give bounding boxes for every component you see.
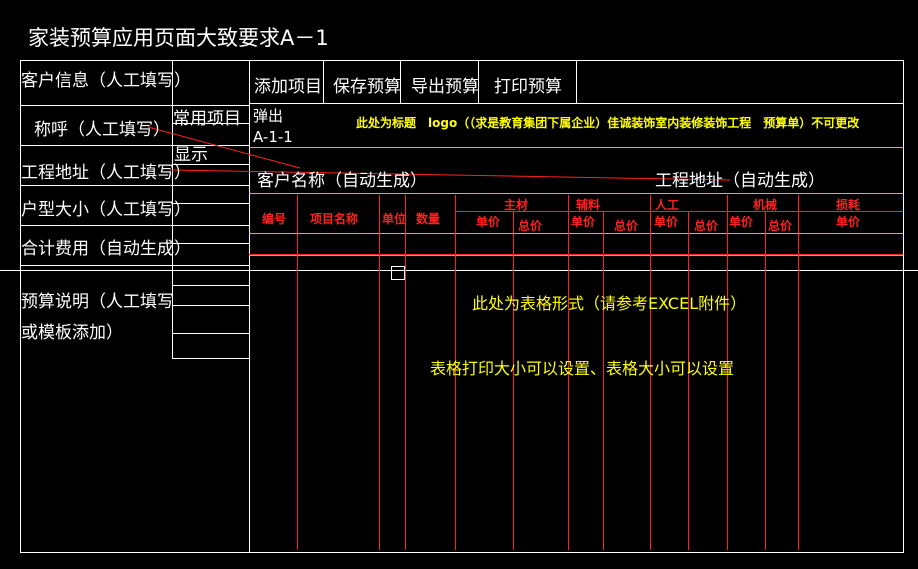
report-title-bar: 此处为标题 logo（（求是教育集团下属企业）佳诚装饰室内装修装饰工程 预算单）… <box>356 116 860 130</box>
sub-header-unit-price: 单价 <box>729 215 754 229</box>
common-items-header[interactable]: 常用项目 <box>173 104 241 129</box>
sub-header-total-price: 总价 <box>614 219 639 233</box>
sub-header-unit-price: 单价 <box>836 215 861 229</box>
group-header-auxiliary: 辅料 <box>576 198 601 212</box>
col-header-item-name: 项目名称 <box>310 212 359 226</box>
sub-header-total-price: 总价 <box>518 219 543 233</box>
sub-header-unit-price: 单价 <box>571 215 596 229</box>
total-cost-field: 合计费用（自动生成） <box>21 239 191 259</box>
export-budget-button[interactable]: 导出预算 <box>411 72 479 97</box>
add-item-button[interactable]: 添加项目 <box>254 72 322 97</box>
col-header-quantity: 数量 <box>416 212 441 226</box>
budget-note-field-line1[interactable]: 预算说明（人工填写 <box>21 287 174 312</box>
group-header-machinery: 机械 <box>753 198 778 212</box>
group-header-labor: 人工 <box>655 198 680 212</box>
customer-info-label: 客户信息（人工填写） <box>21 71 191 91</box>
sub-header-unit-price: 单价 <box>476 215 501 229</box>
col-header-unit: 单位 <box>382 212 407 226</box>
print-size-note: 表格打印大小可以设置、表格大小可以设置 <box>430 359 735 378</box>
save-budget-button[interactable]: 保存预算 <box>333 72 401 97</box>
address-field[interactable]: 工程地址（人工填写） <box>21 158 191 183</box>
page-title: 家装预算应用页面大致要求A－1 <box>28 26 329 50</box>
group-header-main-material: 主材 <box>504 198 529 212</box>
budget-note-field-line2[interactable]: 或模板添加） <box>21 318 123 343</box>
table-form-note: 此处为表格形式（请参考EXCEL附件） <box>472 294 747 313</box>
salutation-field[interactable]: 称呼（人工填写） <box>34 115 170 140</box>
sub-header-total-price: 总价 <box>694 219 719 233</box>
col-header-number: 编号 <box>262 212 287 226</box>
print-budget-button[interactable]: 打印预算 <box>494 72 562 97</box>
sub-header-total-price: 总价 <box>768 219 793 233</box>
group-header-loss: 损耗 <box>836 198 861 212</box>
common-items-display: 显示 <box>174 145 208 165</box>
house-type-field[interactable]: 户型大小（人工填写） <box>21 195 191 220</box>
project-address-field: 工程地址（自动生成） <box>655 171 825 191</box>
sub-header-unit-price: 单价 <box>654 215 679 229</box>
customer-name-field: 客户名称（自动生成） <box>257 171 427 191</box>
popup-id: A-1-1 <box>253 128 293 146</box>
popup-label: 弹出 <box>253 107 284 125</box>
